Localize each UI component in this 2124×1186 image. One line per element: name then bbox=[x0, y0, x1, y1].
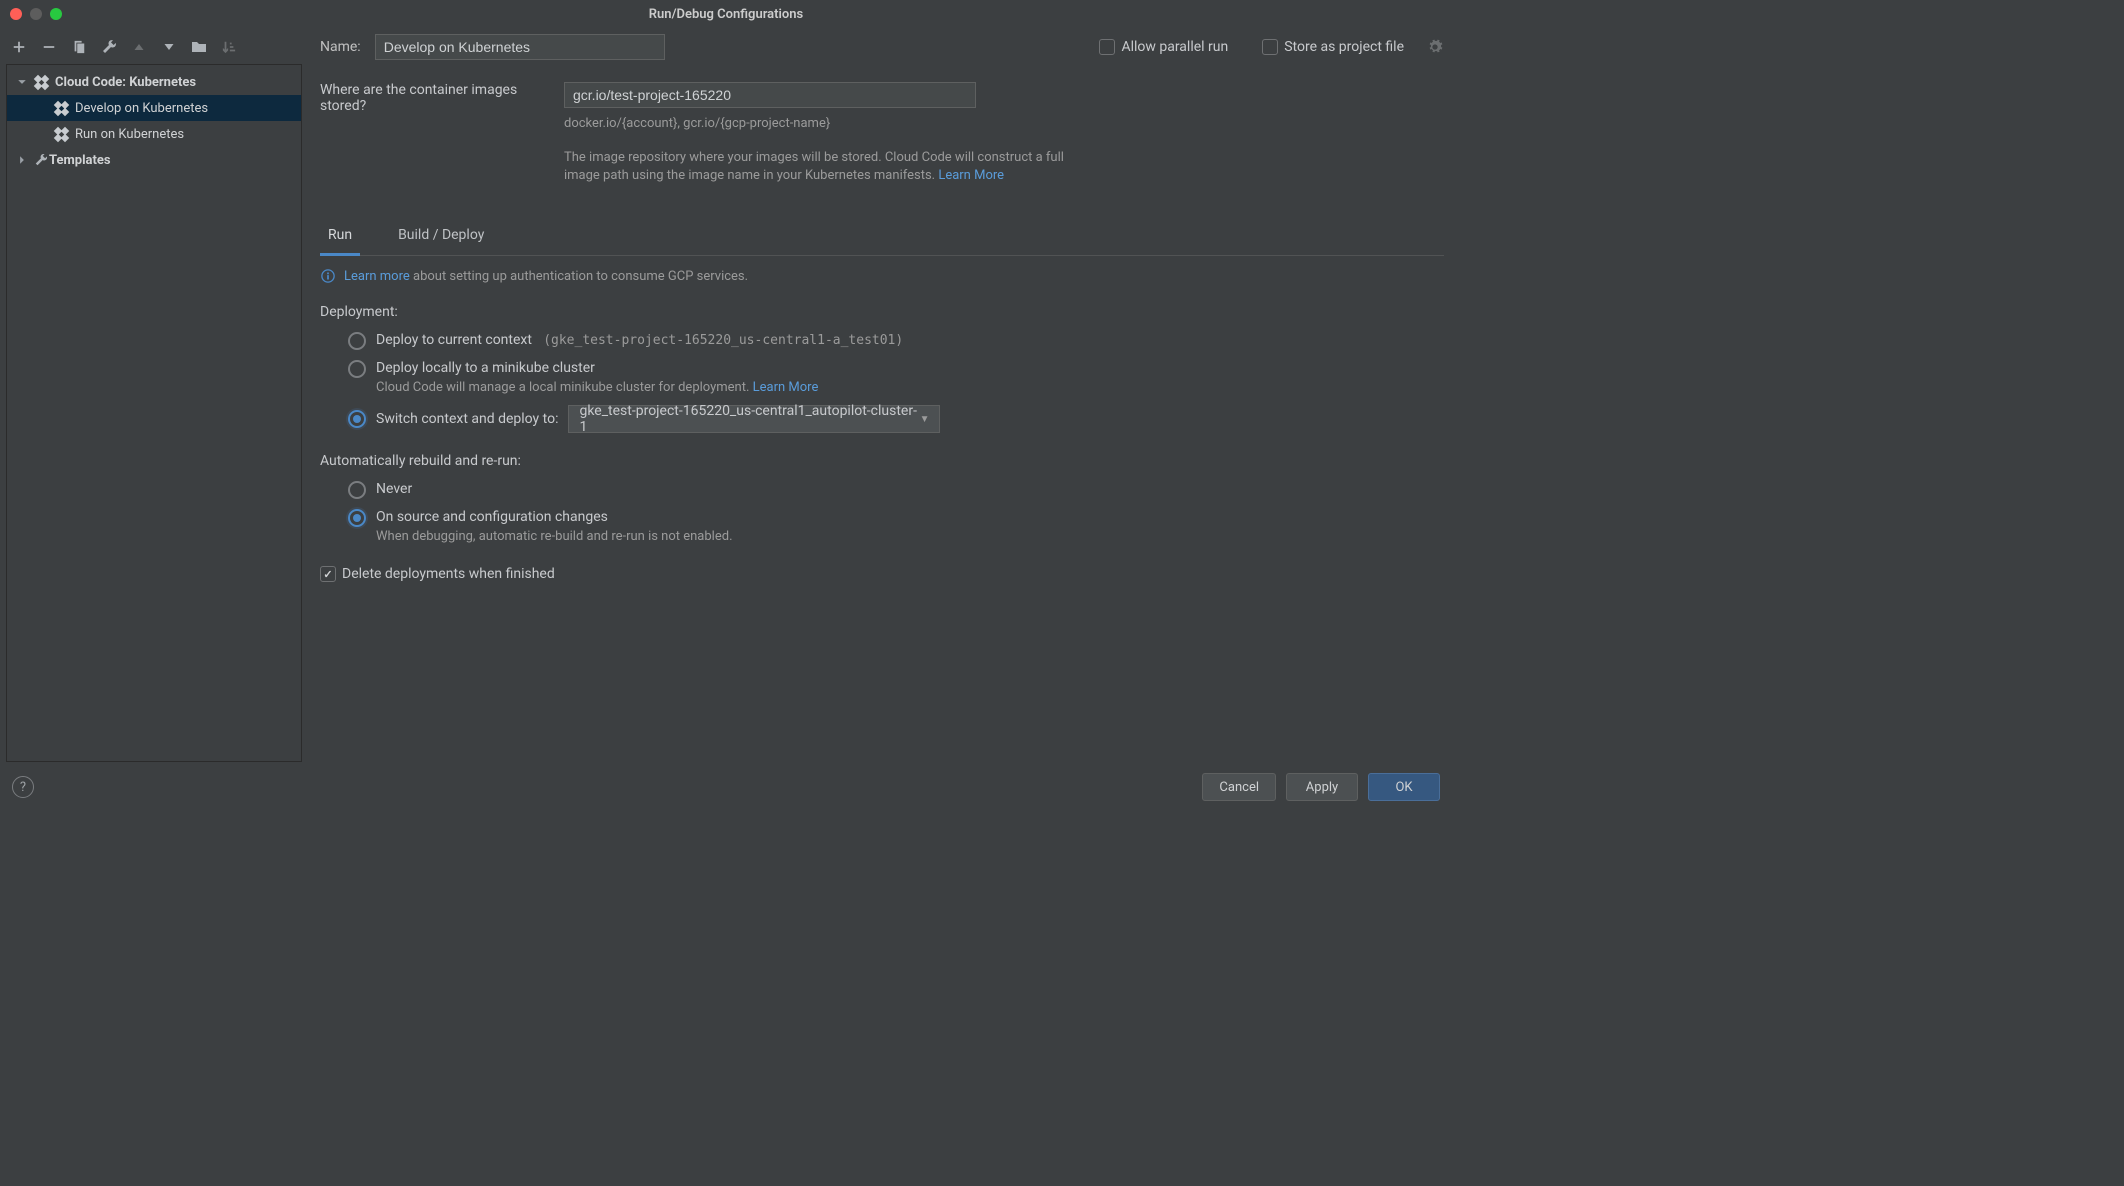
ok-button[interactable]: OK bbox=[1368, 773, 1440, 801]
tree-group-templates[interactable]: Templates bbox=[7, 147, 301, 173]
radio-label: Switch context and deploy to: bbox=[376, 411, 558, 427]
wrench-icon bbox=[33, 152, 49, 168]
deployment-title: Deployment: bbox=[320, 304, 1444, 320]
learn-more-auth-link[interactable]: Learn more bbox=[344, 269, 410, 284]
dialog-footer: ? Cancel Apply OK bbox=[0, 762, 1452, 812]
cloud-code-icon bbox=[53, 100, 69, 116]
tree-group-cloud-code[interactable]: Cloud Code: Kubernetes bbox=[7, 69, 301, 95]
checkbox-label: Store as project file bbox=[1284, 39, 1404, 55]
move-up-button[interactable] bbox=[128, 36, 150, 58]
tree-item-develop-on-kubernetes[interactable]: Develop on Kubernetes bbox=[7, 95, 301, 121]
minikube-subtext: Cloud Code will manage a local minikube … bbox=[376, 380, 753, 395]
switch-context-radio[interactable]: Switch context and deploy to: gke_test-p… bbox=[348, 405, 1444, 433]
radio-icon bbox=[348, 481, 366, 499]
auth-info-text: about setting up authentication to consu… bbox=[410, 269, 748, 284]
radio-label: Deploy to current context bbox=[376, 332, 532, 348]
checkbox-label: Allow parallel run bbox=[1121, 39, 1228, 55]
rebuild-never-radio[interactable]: Never bbox=[348, 481, 1444, 499]
tree-label: Templates bbox=[49, 153, 111, 168]
name-label: Name: bbox=[320, 39, 361, 55]
settings-button[interactable] bbox=[98, 36, 120, 58]
cloud-code-icon bbox=[33, 74, 49, 90]
tree-label: Cloud Code: Kubernetes bbox=[55, 75, 196, 90]
deploy-current-context-radio[interactable]: Deploy to current context (gke_test-proj… bbox=[348, 332, 1444, 350]
current-context-value: (gke_test-project-165220_us-central1-a_t… bbox=[543, 333, 903, 348]
sort-button[interactable] bbox=[218, 36, 240, 58]
image-repository-hint: docker.io/{account}, gcr.io/{gcp-project… bbox=[564, 116, 1444, 131]
info-icon bbox=[320, 268, 336, 284]
tree-label: Develop on Kubernetes bbox=[75, 101, 208, 116]
config-tree: Cloud Code: Kubernetes Develop on Kubern… bbox=[6, 64, 302, 762]
chevron-right-icon bbox=[15, 153, 29, 167]
radio-icon bbox=[348, 410, 366, 428]
checkbox-icon bbox=[1099, 39, 1115, 55]
apply-button[interactable]: Apply bbox=[1286, 773, 1358, 801]
deploy-minikube-radio[interactable]: Deploy locally to a minikube cluster Clo… bbox=[348, 360, 1444, 395]
tab-bar: Run Build / Deploy bbox=[320, 221, 1444, 256]
name-input[interactable] bbox=[375, 34, 665, 60]
window-maximize-button[interactable] bbox=[50, 8, 62, 20]
checkbox-icon bbox=[320, 566, 336, 582]
allow-parallel-checkbox[interactable]: Allow parallel run bbox=[1099, 39, 1228, 55]
chevron-down-icon: ▼ bbox=[920, 414, 930, 425]
window-minimize-button[interactable] bbox=[30, 8, 42, 20]
radio-icon bbox=[348, 360, 366, 378]
move-down-button[interactable] bbox=[158, 36, 180, 58]
radio-icon bbox=[348, 332, 366, 350]
learn-more-minikube-link[interactable]: Learn More bbox=[753, 380, 819, 395]
delete-deployments-checkbox[interactable]: Delete deployments when finished bbox=[320, 566, 1444, 582]
image-repository-description: The image repository where your images w… bbox=[564, 149, 1084, 185]
add-config-button[interactable] bbox=[8, 36, 30, 58]
tree-label: Run on Kubernetes bbox=[75, 127, 184, 142]
help-button[interactable]: ? bbox=[12, 776, 34, 798]
checkbox-label: Delete deployments when finished bbox=[342, 566, 555, 582]
sidebar-toolbar bbox=[6, 34, 302, 64]
copy-config-button[interactable] bbox=[68, 36, 90, 58]
cancel-button[interactable]: Cancel bbox=[1202, 773, 1276, 801]
radio-label: On source and configuration changes bbox=[376, 509, 733, 525]
radio-icon bbox=[348, 509, 366, 527]
radio-label: Deploy locally to a minikube cluster bbox=[376, 360, 818, 376]
tree-item-run-on-kubernetes[interactable]: Run on Kubernetes bbox=[7, 121, 301, 147]
learn-more-link[interactable]: Learn More bbox=[938, 168, 1004, 183]
rebuild-subtext: When debugging, automatic re-build and r… bbox=[376, 529, 733, 544]
context-select[interactable]: gke_test-project-165220_us-central1_auto… bbox=[568, 405, 940, 433]
image-storage-label: Where are the container images stored? bbox=[320, 82, 550, 114]
main-pane: Name: Allow parallel run Store as projec… bbox=[320, 34, 1444, 762]
rebuild-title: Automatically rebuild and re-run: bbox=[320, 453, 1444, 469]
image-repository-input[interactable] bbox=[564, 82, 976, 108]
configurations-sidebar: Cloud Code: Kubernetes Develop on Kubern… bbox=[6, 34, 302, 762]
titlebar: Run/Debug Configurations bbox=[0, 0, 1452, 28]
window-title: Run/Debug Configurations bbox=[649, 7, 803, 22]
radio-label: Never bbox=[376, 481, 412, 497]
folder-button[interactable] bbox=[188, 36, 210, 58]
rebuild-on-changes-radio[interactable]: On source and configuration changes When… bbox=[348, 509, 1444, 544]
tab-run[interactable]: Run bbox=[320, 221, 360, 256]
checkbox-icon bbox=[1262, 39, 1278, 55]
gear-icon[interactable] bbox=[1426, 38, 1444, 56]
window-close-button[interactable] bbox=[10, 8, 22, 20]
tab-build-deploy[interactable]: Build / Deploy bbox=[390, 221, 492, 256]
context-select-value: gke_test-project-165220_us-central1_auto… bbox=[579, 403, 919, 435]
auth-info-row: Learn more about setting up authenticati… bbox=[320, 268, 1444, 284]
remove-config-button[interactable] bbox=[38, 36, 60, 58]
cloud-code-icon bbox=[53, 126, 69, 142]
chevron-down-icon bbox=[15, 75, 29, 89]
store-as-project-checkbox[interactable]: Store as project file bbox=[1262, 39, 1404, 55]
